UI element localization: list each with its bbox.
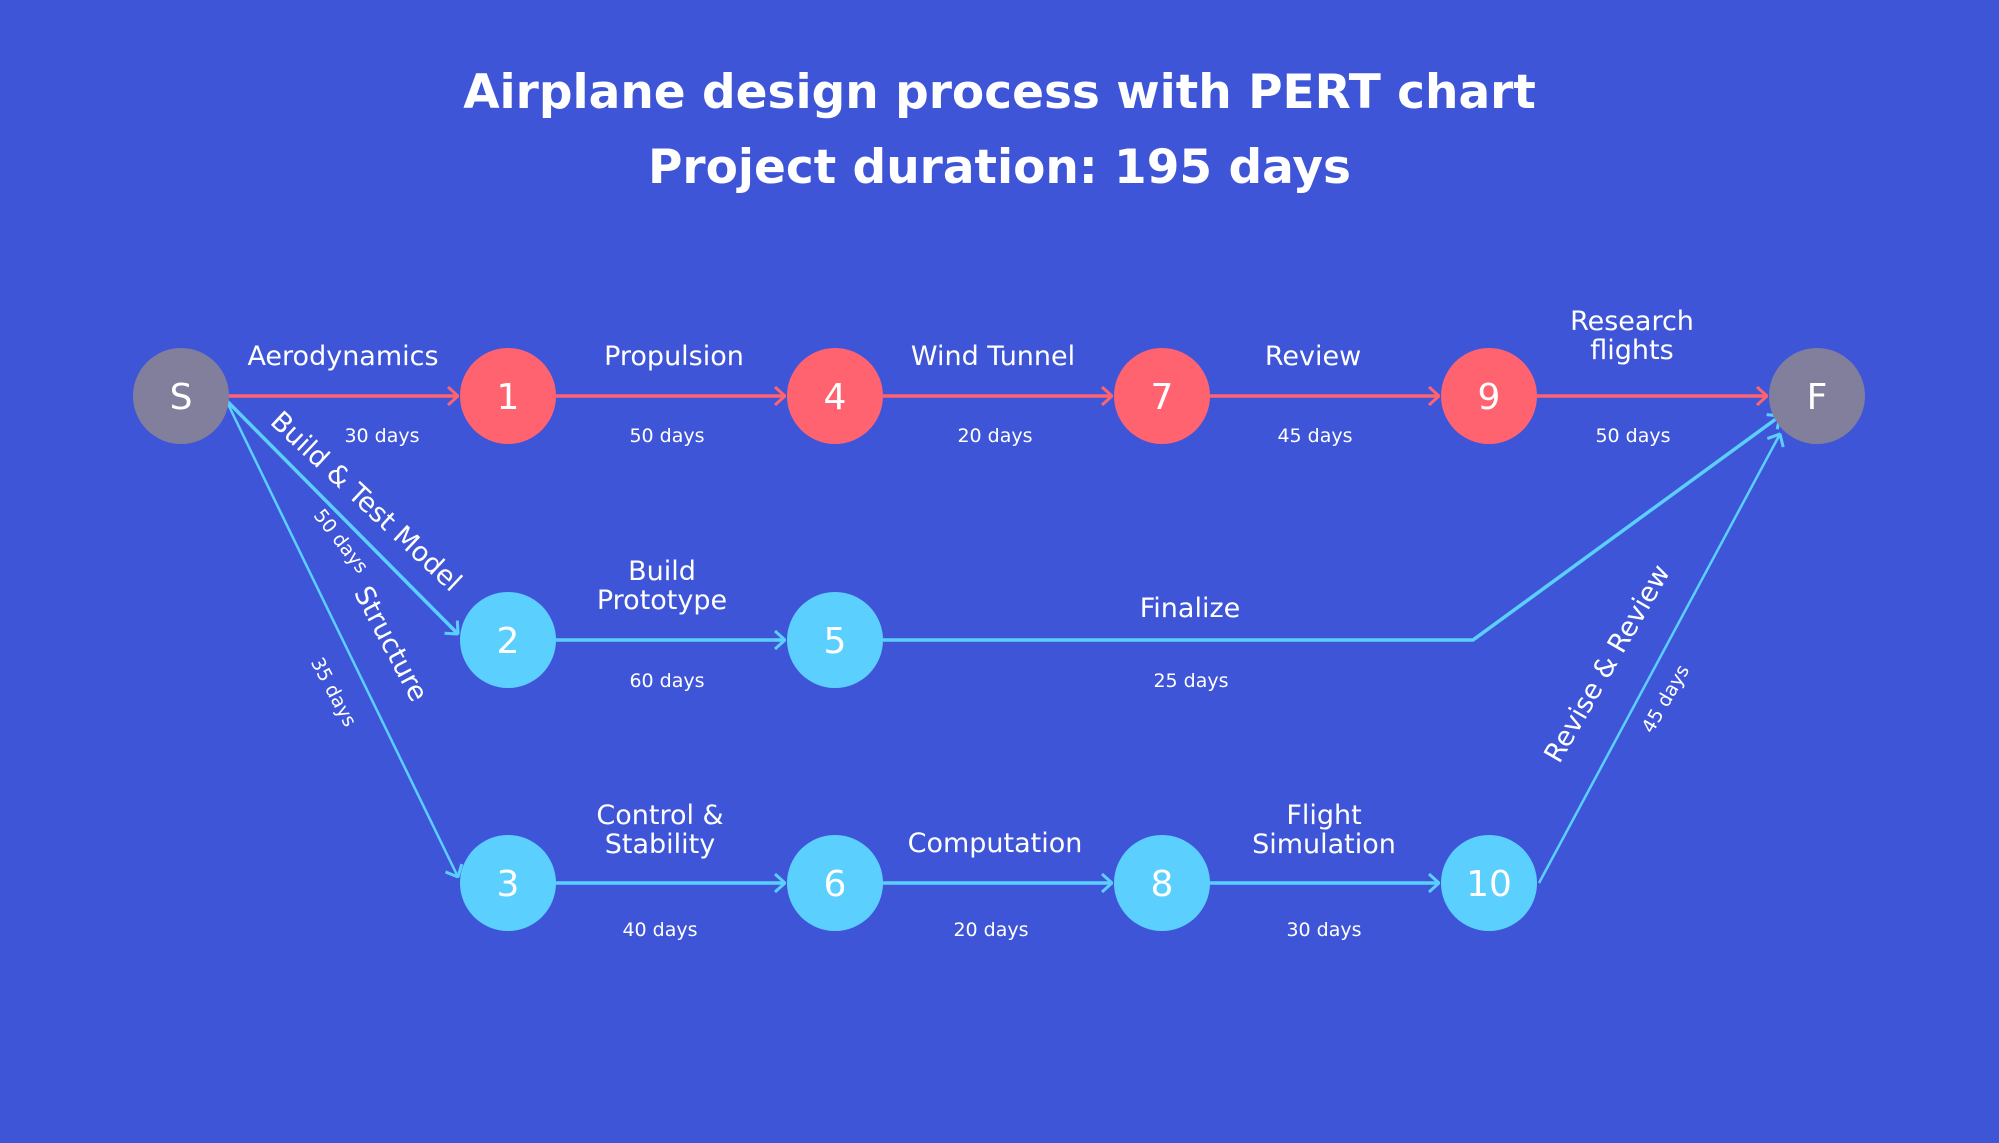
node-label: 8 xyxy=(1151,864,1174,905)
task-duration: 50 days xyxy=(1595,425,1670,447)
edges-layer xyxy=(224,396,1780,884)
task-name-line: Aerodynamics xyxy=(247,341,438,372)
task-name: Finalize xyxy=(1140,593,1241,624)
node-1: 1 xyxy=(460,348,556,444)
task-duration: 20 days xyxy=(953,919,1028,941)
pert-diagram: Aerodynamics 30 days Propulsion 50 days Wind… xyxy=(133,306,1865,941)
task-name: Flight Simulation xyxy=(1252,800,1396,860)
node-label: 2 xyxy=(497,621,520,662)
edge-10-F xyxy=(1537,434,1780,884)
task-name-line: Research xyxy=(1570,306,1694,337)
task-name-line: Control & xyxy=(596,800,723,831)
task-duration: 45 days xyxy=(1638,661,1695,737)
task-name-line: Stability xyxy=(605,829,716,860)
task-name-line: Flight xyxy=(1286,800,1361,831)
task-name: Control & Stability xyxy=(596,800,723,860)
task-name-line: Wind Tunnel xyxy=(911,341,1075,372)
task-name: Propulsion xyxy=(604,341,744,372)
node-label: 7 xyxy=(1151,377,1174,418)
task-duration: 30 days xyxy=(344,425,419,447)
task-name-line: Structure xyxy=(347,581,433,706)
task-name: Review xyxy=(1265,341,1361,372)
node-F: F xyxy=(1769,348,1865,444)
task-name: Research flights xyxy=(1570,306,1694,366)
node-6: 6 xyxy=(787,835,883,931)
task-name-line: Finalize xyxy=(1140,593,1241,624)
task-duration: 40 days xyxy=(622,919,697,941)
node-label: 5 xyxy=(824,621,847,662)
edge-S-2 xyxy=(224,398,458,634)
node-S: S xyxy=(133,348,229,444)
node-label: 1 xyxy=(497,377,520,418)
node-3: 3 xyxy=(460,835,556,931)
node-4: 4 xyxy=(787,348,883,444)
task-name: Aerodynamics xyxy=(247,341,438,372)
node-label: 4 xyxy=(824,377,847,418)
task-name-line: Propulsion xyxy=(604,341,744,372)
node-10: 10 xyxy=(1441,835,1537,931)
task-name: Computation xyxy=(908,828,1083,859)
task-duration: 30 days xyxy=(1286,919,1361,941)
task-name-line: Simulation xyxy=(1252,829,1396,860)
node-8: 8 xyxy=(1114,835,1210,931)
task-name-line: Computation xyxy=(908,828,1083,859)
node-label: 9 xyxy=(1478,377,1501,418)
task-name: Structure xyxy=(347,581,433,706)
task-duration: 35 days xyxy=(306,654,361,731)
node-9: 9 xyxy=(1441,348,1537,444)
task-name: Wind Tunnel xyxy=(911,341,1075,372)
node-label: 6 xyxy=(824,864,847,905)
task-name: Build Prototype xyxy=(597,556,727,616)
task-name-line: flights xyxy=(1590,335,1673,366)
node-label: 3 xyxy=(497,864,520,905)
task-duration: 60 days xyxy=(629,670,704,692)
node-label: F xyxy=(1807,377,1828,418)
task-name-line: Build xyxy=(628,556,696,587)
node-5: 5 xyxy=(787,592,883,688)
task-duration: 45 days xyxy=(1277,425,1352,447)
task-name-line: Prototype xyxy=(597,585,727,616)
task-duration: 50 days xyxy=(629,425,704,447)
node-label: 10 xyxy=(1466,864,1512,905)
node-2: 2 xyxy=(460,592,556,688)
node-7: 7 xyxy=(1114,348,1210,444)
node-label: S xyxy=(170,377,193,418)
task-duration: 25 days xyxy=(1153,670,1228,692)
task-name-line: Review xyxy=(1265,341,1361,372)
task-duration: 20 days xyxy=(957,425,1032,447)
